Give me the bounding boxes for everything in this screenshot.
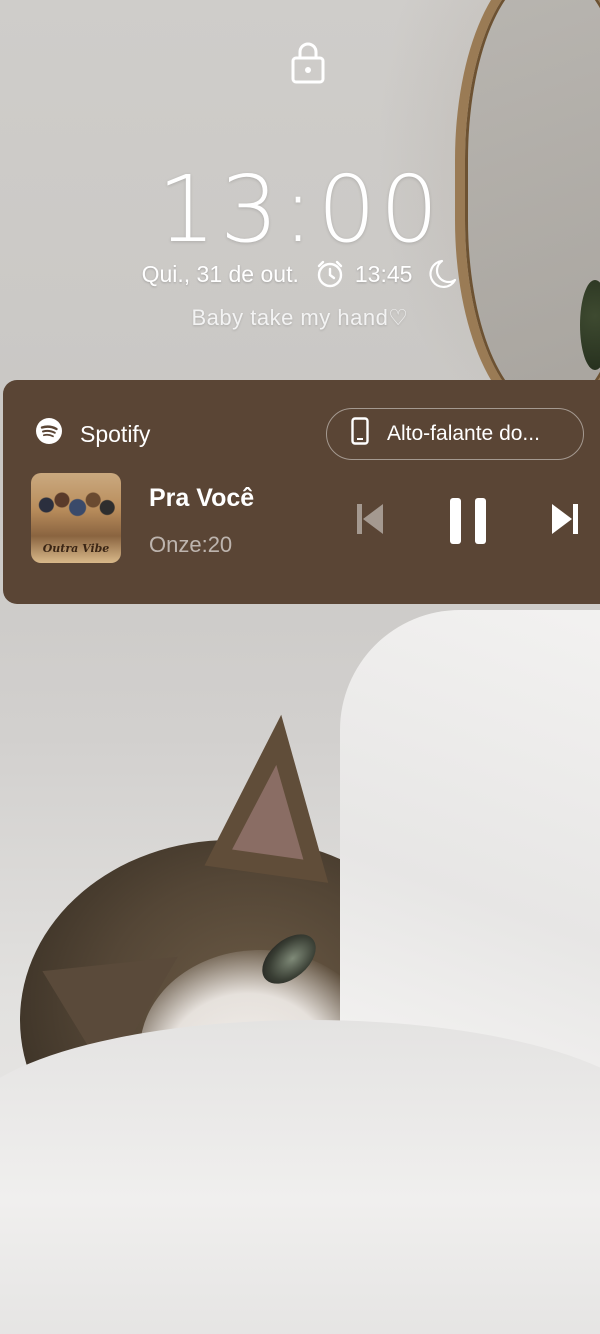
- alarm-clock-icon: [315, 259, 345, 289]
- audio-output-button[interactable]: Alto-falante do...: [326, 408, 584, 460]
- track-artist: Onze:20: [149, 532, 233, 557]
- album-art[interactable]: Outra Vibe: [31, 473, 121, 563]
- clock-time: 13:00: [157, 156, 443, 263]
- media-player-card[interactable]: Spotify Alto-falante do... Outra Vibe Pr…: [3, 380, 600, 604]
- lock-screen: 13:00 Qui., 31 de out. 13:45 Baby take m…: [0, 0, 600, 1334]
- moon-icon: [428, 258, 458, 290]
- media-app-header: Spotify: [35, 417, 150, 451]
- wallpaper-bedsheet: [0, 1020, 600, 1334]
- album-art-text: Outra Vibe: [42, 542, 110, 555]
- date-line: Qui., 31 de out. 13:45: [0, 258, 600, 290]
- wallpaper-cat-ear-inner: [232, 760, 316, 860]
- track-title: Pra Você: [149, 484, 255, 512]
- album-art-figures: [37, 485, 115, 535]
- alarm-time: 13:45: [354, 260, 413, 287]
- owner-message: Baby take my hand♡: [191, 305, 409, 330]
- audio-output-label: Alto-falante do...: [387, 422, 540, 445]
- skip-next-icon[interactable]: [550, 502, 580, 541]
- date-text: Qui., 31 de out.: [141, 260, 299, 287]
- skip-previous-icon[interactable]: [355, 502, 385, 541]
- lock-icon[interactable]: [290, 40, 326, 84]
- spotify-icon: [35, 417, 63, 451]
- pause-icon[interactable]: [447, 496, 489, 551]
- phone-speaker-icon: [351, 417, 369, 451]
- media-app-name: Spotify: [80, 420, 151, 447]
